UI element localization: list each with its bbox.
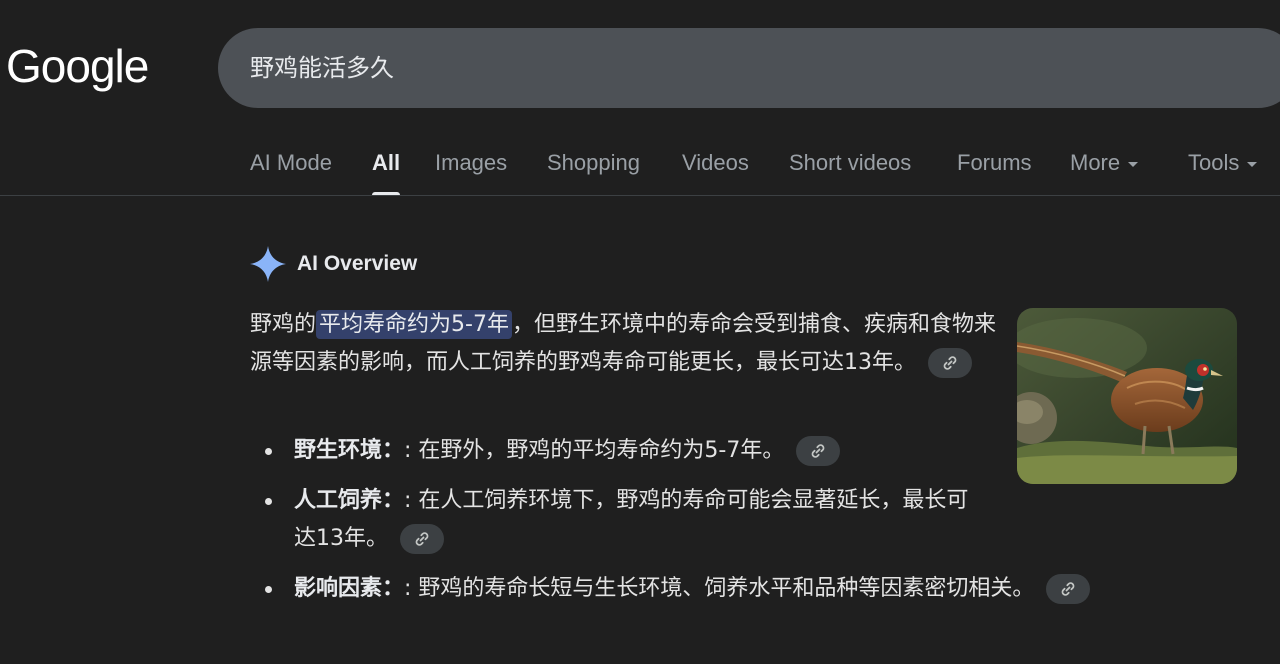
chevron-down-icon	[1128, 161, 1139, 167]
bullet-text: : 在野外，野鸡的平均寿命约为5-7年。	[404, 438, 785, 463]
list-item: 人工饲养：: 在人工饲养环境下，野鸡的寿命可能会显著延长，最长可达13年。	[262, 482, 974, 558]
ai-overview-title: AI Overview	[297, 252, 418, 275]
sparkle-icon	[250, 246, 286, 282]
tab-forums[interactable]: Forums	[957, 138, 1032, 195]
tab-shopping[interactable]: Shopping	[547, 138, 640, 195]
tab-images[interactable]: Images	[435, 138, 507, 195]
tab-all[interactable]: All	[372, 138, 401, 195]
tab-label: All	[372, 150, 401, 175]
tab-more[interactable]: More	[1070, 138, 1139, 195]
list-item: 野生环境：: 在野外，野鸡的平均寿命约为5-7年。	[262, 432, 914, 470]
tab-label: More	[1070, 150, 1121, 175]
search-input[interactable]: 野鸡能活多久	[250, 28, 394, 108]
source-link-button[interactable]	[796, 436, 841, 466]
pheasant-illustration	[1017, 308, 1237, 484]
ai-overview-summary: 野鸡的 平均寿命约为5-7年 ，但野生环境中的寿命会受到捕食、疾病和食物来源等因素的…	[250, 306, 1005, 382]
tab-label: Short videos	[789, 150, 912, 175]
tab-label: Shopping	[547, 150, 640, 175]
summary-text: 野鸡的	[250, 312, 317, 337]
source-link-button[interactable]	[1046, 574, 1091, 604]
tabs-divider	[0, 195, 1280, 196]
pheasant-image[interactable]	[1017, 308, 1237, 484]
bullet-term: 影响因素：	[294, 576, 405, 601]
tab-label: Tools	[1188, 150, 1240, 175]
tab-label: AI Mode	[250, 150, 332, 175]
summary-highlight[interactable]: 平均寿命约为5-7年	[316, 310, 512, 339]
tab-videos[interactable]: Videos	[682, 138, 749, 195]
tab-label: Videos	[682, 150, 749, 175]
link-icon	[811, 444, 825, 458]
google-logo[interactable]: Google	[6, 36, 149, 96]
source-link-button[interactable]	[400, 524, 444, 554]
bullet-term: 人工饲养：	[294, 488, 405, 513]
tab-ai-mode[interactable]: AI Mode	[250, 138, 332, 195]
tab-label: Images	[435, 150, 508, 175]
tab-tools[interactable]: Tools	[1188, 138, 1258, 195]
tab-short-videos[interactable]: Short videos	[789, 138, 911, 195]
bullet-text: : 野鸡的寿命长短与生长环境、饲养水平和品种等因素密切相关。	[404, 576, 1035, 601]
tab-label: Forums	[957, 150, 1032, 175]
list-item: 影响因素：: 野鸡的寿命长短与生长环境、饲养水平和品种等因素密切相关。	[262, 570, 1202, 608]
link-icon	[415, 532, 429, 546]
link-icon	[1062, 582, 1075, 596]
search-tabs: AI Mode All Images Shopping Videos Short…	[250, 138, 1280, 195]
source-link-button[interactable]	[928, 348, 972, 378]
link-icon	[943, 356, 957, 370]
bullet-term: 野生环境：	[294, 438, 405, 463]
search-box[interactable]: 野鸡能活多久	[218, 28, 1280, 108]
chevron-down-icon	[1247, 161, 1258, 167]
